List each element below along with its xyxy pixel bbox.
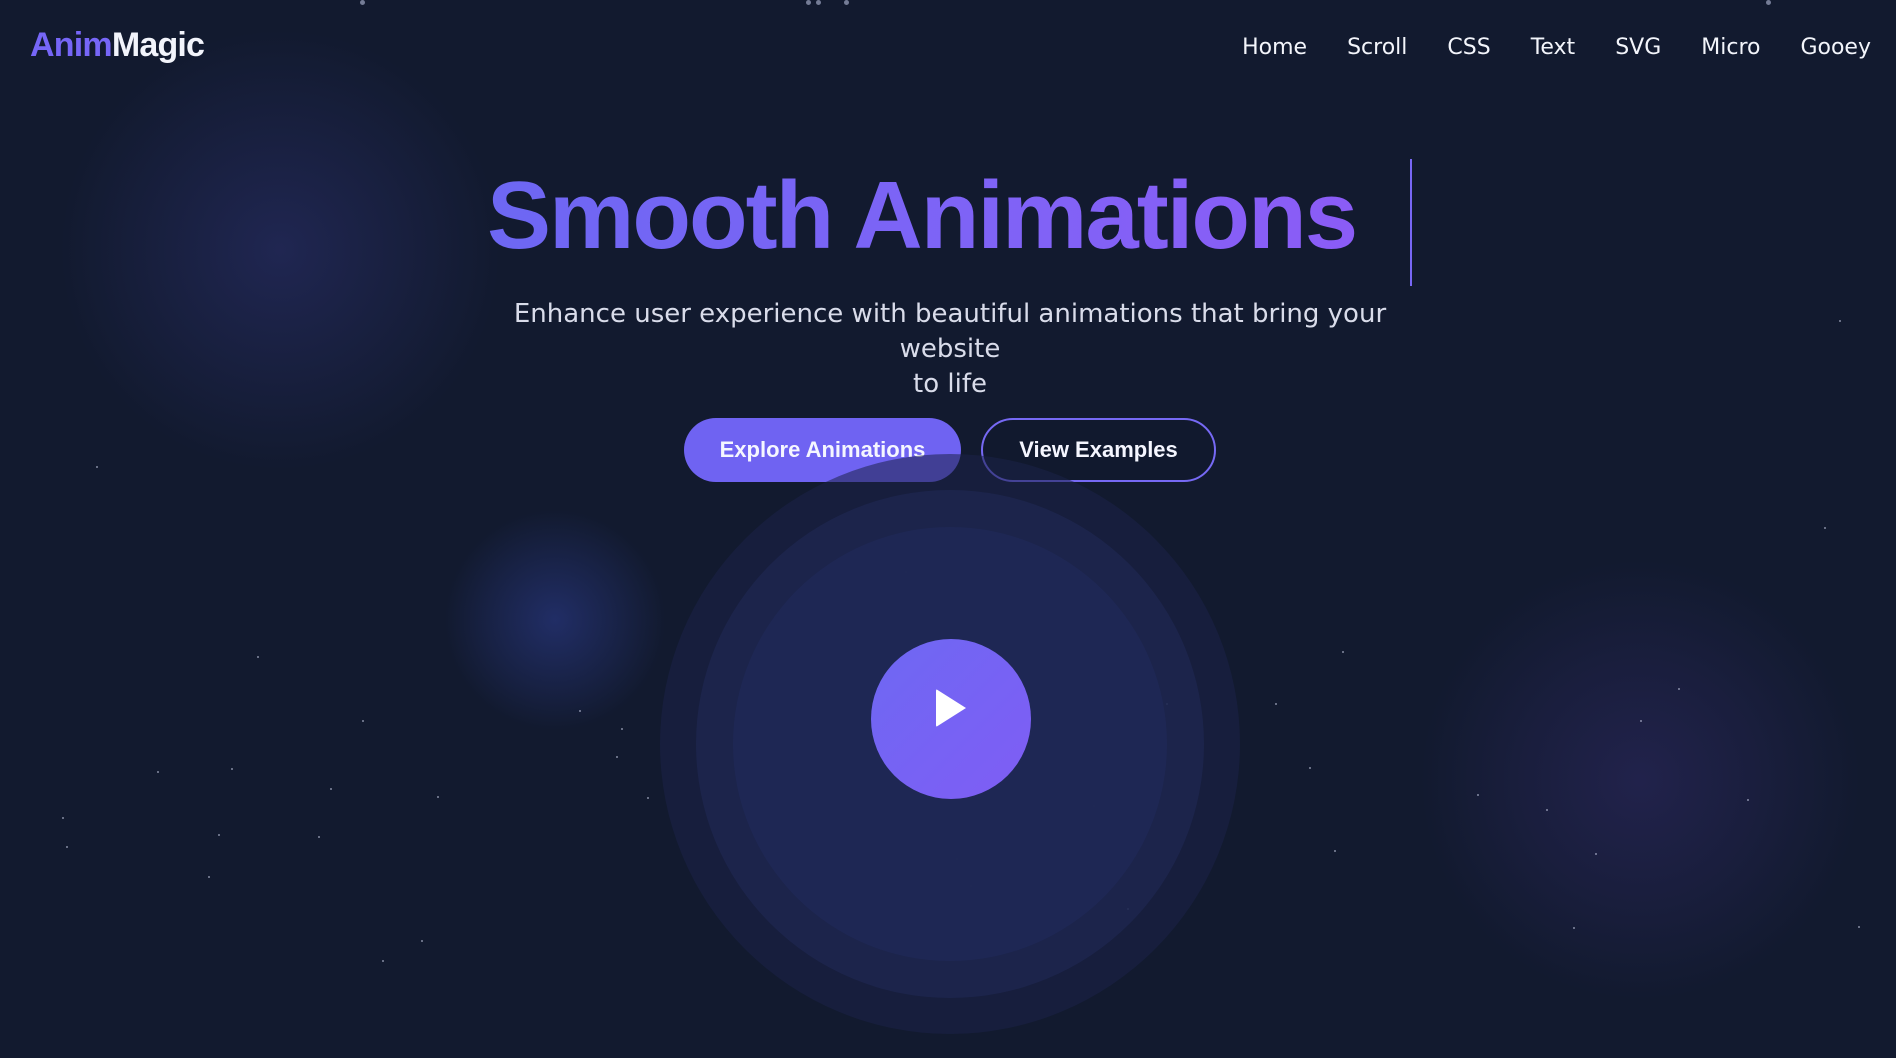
star [1640, 720, 1642, 722]
star [362, 720, 364, 722]
logo-part-anim: Anim [30, 26, 113, 64]
hero-title: Smooth Animations [487, 168, 1417, 264]
play-button[interactable] [871, 639, 1031, 799]
nav-link-css[interactable]: CSS [1447, 37, 1490, 59]
star [1309, 767, 1311, 769]
star [62, 817, 64, 819]
star [1839, 320, 1841, 322]
star [1747, 799, 1749, 801]
star [382, 960, 384, 962]
star [66, 846, 68, 848]
star [579, 710, 581, 712]
hero-subtitle-line-2: to life [913, 369, 987, 399]
star [318, 836, 320, 838]
star [1678, 688, 1680, 690]
play-icon [936, 689, 966, 727]
nav-links: Home Scroll CSS Text SVG Micro Gooey [1242, 37, 1871, 59]
nav-link-gooey[interactable]: Gooey [1800, 37, 1871, 59]
star [257, 656, 259, 658]
star [1334, 850, 1336, 852]
hero-subtitle-line-1: Enhance user experience with beautiful a… [513, 299, 1387, 364]
star [218, 834, 220, 836]
star [1595, 853, 1597, 855]
star [208, 876, 210, 878]
nav-link-home[interactable]: Home [1242, 37, 1307, 59]
star [647, 797, 649, 799]
star [437, 796, 439, 798]
nav-link-micro[interactable]: Micro [1701, 37, 1760, 59]
landing-page: AnimMagic Home Scroll CSS Text SVG Micro… [0, 0, 1896, 1058]
typing-caret [1410, 159, 1412, 286]
nav-link-svg[interactable]: SVG [1615, 37, 1661, 59]
top-navigation: AnimMagic Home Scroll CSS Text SVG Micro… [0, 0, 1896, 100]
star [621, 728, 623, 730]
star [616, 756, 618, 758]
star [1342, 651, 1344, 653]
star [231, 768, 233, 770]
star [96, 466, 98, 468]
star [1573, 927, 1575, 929]
star [1858, 926, 1860, 928]
star [421, 940, 423, 942]
hero-subtitle: Enhance user experience with beautiful a… [470, 297, 1430, 402]
nav-link-text[interactable]: Text [1531, 37, 1576, 59]
star [1477, 794, 1479, 796]
star [1546, 809, 1548, 811]
logo-part-magic: Magic [111, 26, 205, 64]
star [330, 788, 332, 790]
hero-title-text: Smooth Animations [487, 162, 1358, 269]
star [1275, 703, 1277, 705]
nav-link-scroll[interactable]: Scroll [1347, 37, 1407, 59]
logo[interactable]: AnimMagic [30, 26, 205, 64]
star [157, 771, 159, 773]
star [1824, 527, 1826, 529]
